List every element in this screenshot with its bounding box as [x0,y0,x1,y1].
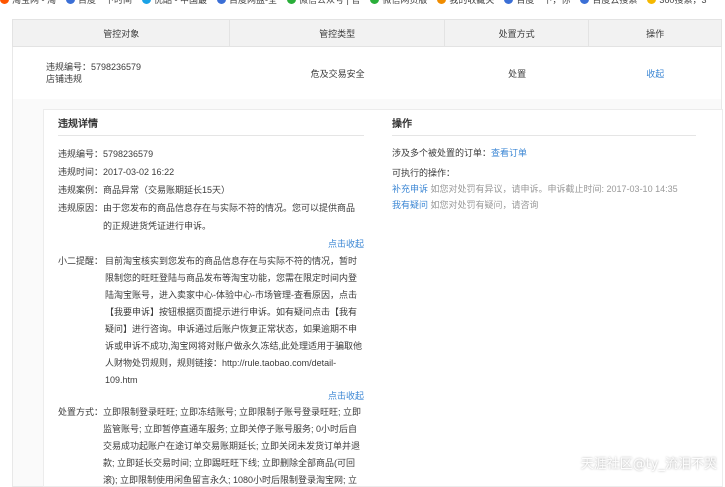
bookmarks-bar: 淘宝网 - 淘 百度一下时间 优酷 - 中国最 百度网盘-全 微信公众号 | 官 微信网页… [0,0,725,6]
violation-time-label: 违规时间： [58,167,104,177]
violation-reason-value: 由于您发布的商品信息存在与实际不符的情况。您可以提供商品的正规进货凭证进行申诉。 [103,203,356,231]
bookmark-label: 优酷 - 中国最 [154,0,208,5]
bookmark-icon [0,0,9,4]
bookmark-item[interactable]: 优酷 - 中国最 [142,0,207,6]
bookmark-icon [287,0,297,4]
bookmark-icon [142,0,152,4]
violation-no-row: 违规编号： 5798236579 [58,145,364,163]
details-title: 违规详情 [58,118,364,136]
bookmark-label: 淘宝网 - 淘 [12,0,56,5]
question-line: 我有疑问 如您对处罚有疑问，请咨询 [392,197,696,213]
bookmark-icon [370,0,380,4]
bookmark-item[interactable]: 微信网页版 [370,0,427,6]
tip-value: 目前淘宝核实到您发布的商品信息存在与实际不符的情况，暂时限制您的旺旺登陆与商品发… [105,256,363,385]
bookmark-icon [504,0,514,4]
reason-collapse-link[interactable]: 点击收起 [58,237,364,251]
bookmark-label: 微信网页版 [382,0,428,5]
violation-no-label: 违规编号： [58,149,104,159]
bookmark-item[interactable]: 我的收藏夹 [437,0,494,6]
violation-target: 店铺违规 [46,74,83,84]
bookmark-label: 我的收藏夹 [449,0,495,5]
violation-time-row: 违规时间： 2017-03-02 16:22 [58,163,364,181]
watermark: 天涯社区@ty_流泪不哭 [580,457,717,472]
header-method: 处置方式 [445,20,590,46]
operations-title: 操作 [392,118,696,136]
bookmark-label: 百度一下时间 [78,0,133,5]
bookmark-item[interactable]: 微信公众号 | 官 [287,0,360,6]
violation-reason-row: 违规原因： 由于您发布的商品信息存在与实际不符的情况。您可以提供商品的正规进货凭… [58,199,364,235]
table-row: 违规编号：5798236579 店铺违规 危及交易安全 处置 收起 [12,47,722,99]
violation-case-label: 违规案例： [58,185,104,195]
table-header: 管控对象 管控类型 处置方式 操作 [12,19,722,47]
collapse-link[interactable]: 收起 [646,67,664,80]
bookmark-item[interactable]: 百度网盘-全 [217,0,277,6]
bookmark-item[interactable]: 360搜索，3 [647,0,706,6]
available-ops-label: 可执行的操作： [392,168,456,178]
cell-method: 处置 [508,68,527,79]
bookmark-item[interactable]: 百度一下时间 [66,0,132,6]
violation-details: 违规详情 违规编号： 5798236579 违规时间： 2017-03-02 1… [58,118,364,487]
violation-case-row: 违规案例： 商品异常（交易账期延长15天） [58,181,364,199]
bookmark-item[interactable]: 百度一下，你 [504,0,570,6]
cell-action: 收起 [589,47,721,99]
tip-row: 小二提醒： 目前淘宝核实到您发布的商品信息存在与实际不符的情况，暂时限制您的旺旺… [58,253,364,389]
multi-orders-text: 涉及多个被处置的订单： [392,148,492,158]
bookmark-icon [580,0,590,4]
operations-section: 操作 涉及多个被处置的订单：查看订单 可执行的操作： 补充申诉 如您对处罚有异议… [392,118,696,213]
violation-number: 违规编号：5798236579 [46,62,142,72]
violation-time-value: 2017-03-02 16:22 [103,167,175,177]
bookmark-label: 百度云搜索 [592,0,638,5]
method-label: 处置方式： [58,407,104,417]
appeal-link[interactable]: 补充申诉 [392,184,428,194]
question-desc: 如您对处罚有疑问，请咨询 [430,200,539,210]
bookmark-label: 百度网盘-全 [229,0,278,5]
method-row: 处置方式： 立即限制登录旺旺; 立即冻结账号; 立即限制子账号登录旺旺; 立即监… [58,404,364,487]
violation-case-value: 商品异常（交易账期延长15天） [103,185,231,195]
header-action: 操作 [646,28,665,39]
bookmark-item[interactable]: 淘宝网 - 淘 [0,0,56,6]
bookmark-icon [217,0,227,4]
view-orders-link[interactable]: 查看订单 [491,148,527,158]
cell-target: 违规编号：5798236579 店铺违规 [13,47,230,99]
multi-orders-line: 涉及多个被处置的订单：查看订单 [392,145,696,161]
bookmark-item[interactable]: 百度云搜索 [580,0,637,6]
header-target: 管控对象 [13,20,231,46]
detail-panel: 违规详情 违规编号： 5798236579 违规时间： 2017-03-02 1… [43,109,723,487]
detail-container: 违规详情 违规编号： 5798236579 违规时间： 2017-03-02 1… [12,99,723,487]
violation-reason-label: 违规原因： [58,203,104,213]
bookmark-label: 微信公众号 | 官 [299,0,361,5]
appeal-line: 补充申诉 如您对处罚有异议，请申诉。申诉截止时间: 2017-03-10 14:… [392,181,696,197]
question-link[interactable]: 我有疑问 [392,200,428,210]
tip-collapse-link[interactable]: 点击收起 [58,389,364,403]
bookmark-icon [66,0,75,4]
bookmark-icon [647,0,657,4]
header-type: 管控类型 [230,20,445,46]
cell-type: 危及交易安全 [310,68,365,79]
violation-no-value: 5798236579 [103,149,154,159]
appeal-desc: 如您对处罚有异议，请申诉。申诉截止时间: 2017-03-10 14:35 [430,184,678,194]
bookmark-label: 360搜索，3 [659,0,707,5]
tip-label: 小二提醒： [58,256,104,266]
bookmark-icon [437,0,447,4]
method-value: 立即限制登录旺旺; 立即冻结账号; 立即限制子账号登录旺旺; 立即监管账号; 立… [103,407,362,485]
bookmark-label: 百度一下，你 [516,0,571,5]
